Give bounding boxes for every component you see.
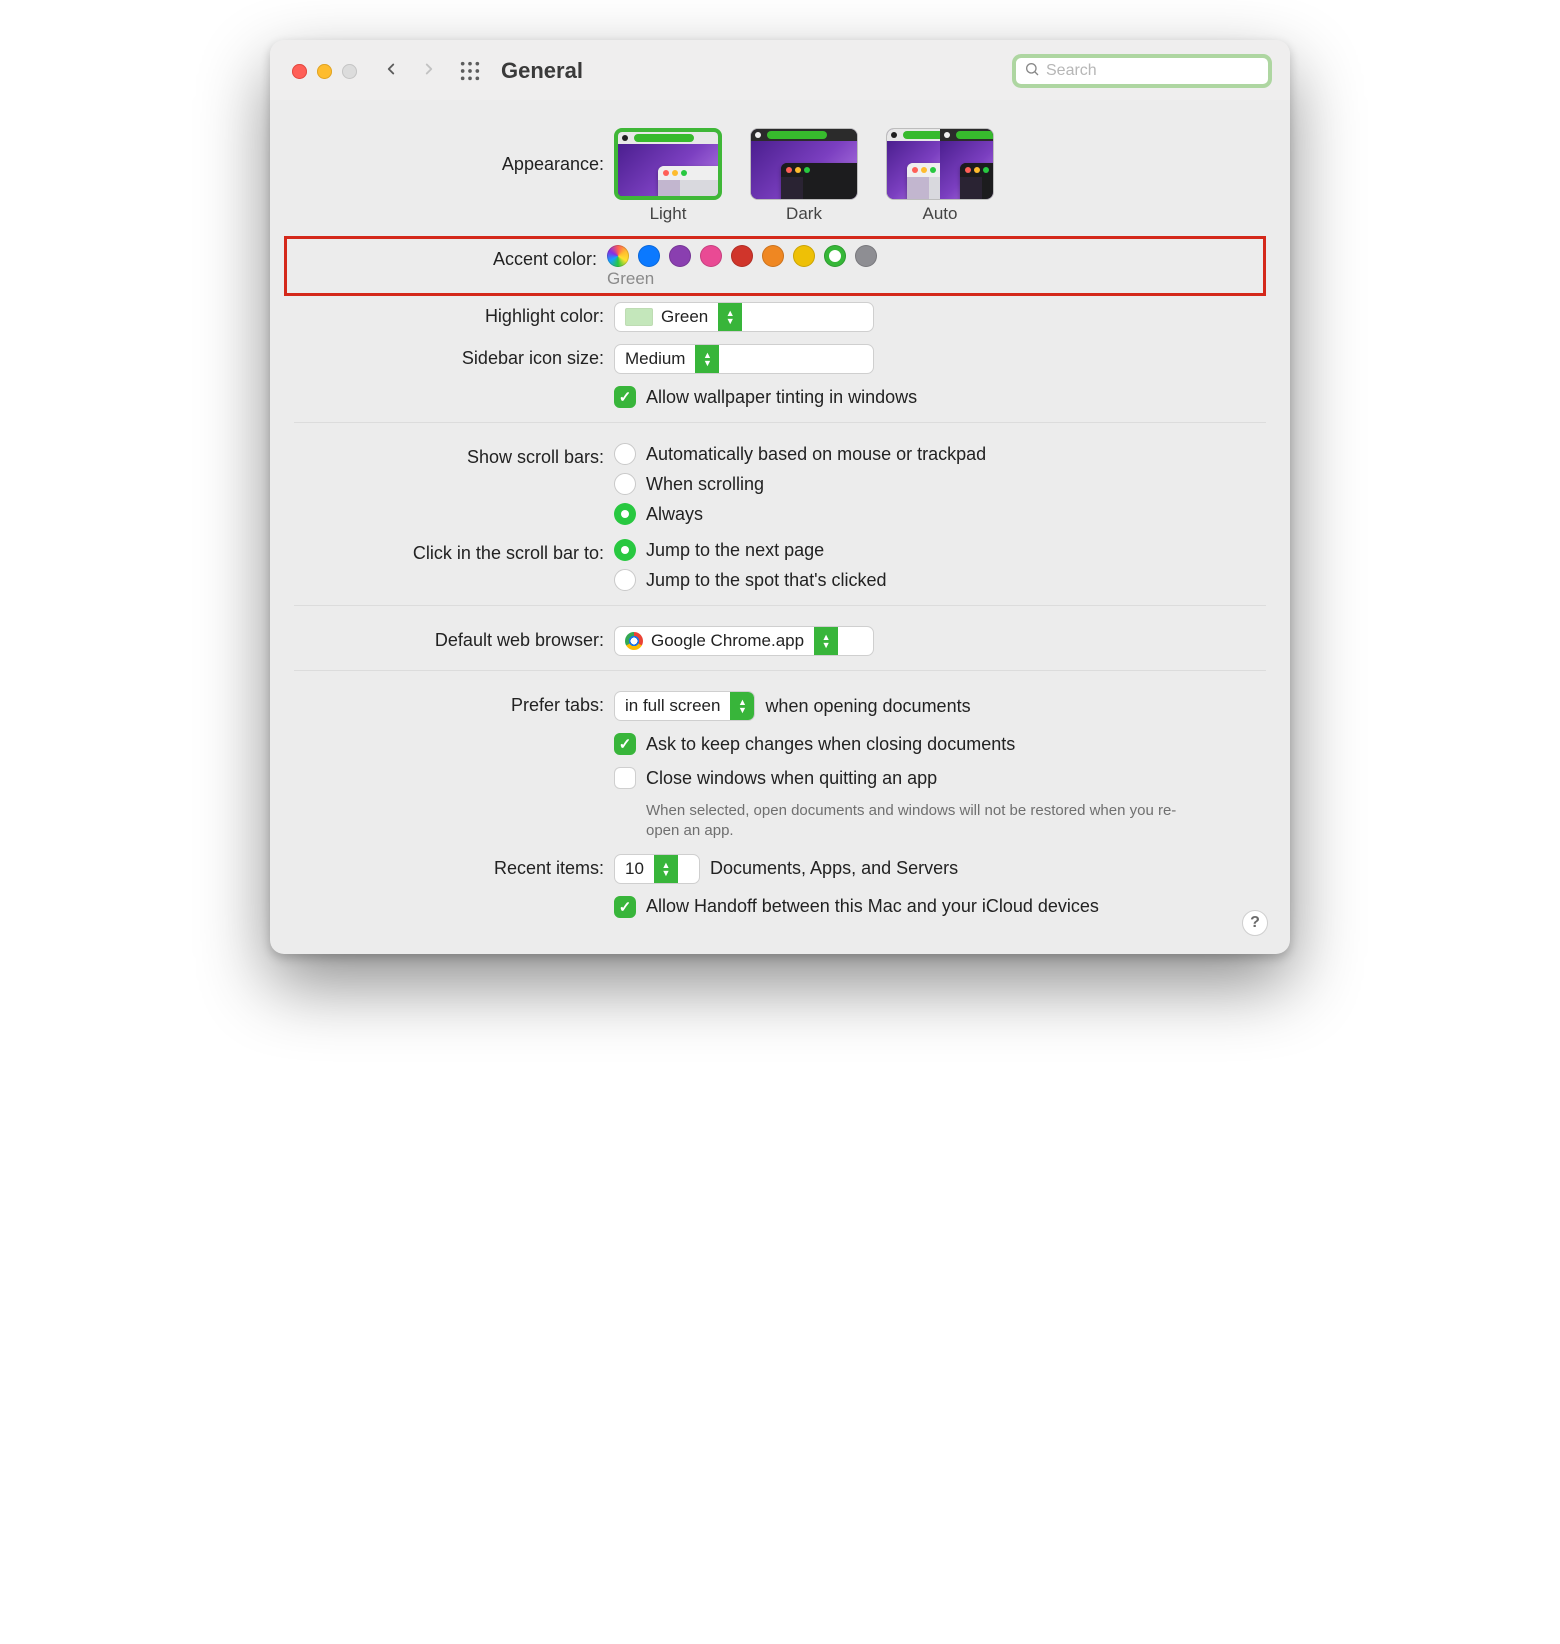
accent-graphite[interactable] [855,245,877,267]
prefer-tabs-value: in full screen [625,696,720,716]
stepper-icon: ▲▼ [718,303,742,331]
accent-color-highlight: Accent color: Green [284,236,1266,296]
highlight-label: Highlight color: [294,302,614,330]
show-all-icon[interactable] [459,60,481,82]
recent-items-select[interactable]: 10 ▲▼ [614,854,700,884]
appearance-option-label: Light [614,204,722,224]
page-title: General [501,58,583,84]
close-windows-hint: When selected, open documents and window… [646,801,1186,842]
help-button[interactable]: ? [1242,910,1268,936]
scrollbars-option-always[interactable]: Always [614,503,1266,525]
toolbar: General [270,40,1290,100]
checkbox-icon: ✓ [614,733,636,755]
accent-multicolor[interactable] [607,245,629,267]
stepper-icon: ▲▼ [654,855,678,883]
search-field[interactable] [1012,54,1272,88]
recent-items-suffix: Documents, Apps, and Servers [710,858,958,879]
appearance-option-label: Dark [750,204,858,224]
minimize-window-button[interactable] [317,64,332,79]
prefer-tabs-label: Prefer tabs: [294,691,614,719]
accent-pink[interactable] [700,245,722,267]
recent-label: Recent items: [294,854,614,882]
stepper-icon: ▲▼ [814,627,838,655]
appearance-option-label: Auto [886,204,994,224]
appearance-option-auto[interactable]: Auto [886,128,994,224]
stepper-icon: ▲▼ [695,345,719,373]
chrome-icon [625,632,643,650]
click-scroll-jump-to-spot[interactable]: Jump to the spot that's clicked [614,569,1266,591]
browser-value: Google Chrome.app [651,631,804,651]
back-button[interactable] [377,58,405,84]
highlight-select[interactable]: Green ▲▼ [614,302,874,332]
highlight-value: Green [661,307,708,327]
accent-orange[interactable] [762,245,784,267]
click-scroll-next-page[interactable]: Jump to the next page [614,539,1266,561]
accent-swatches [607,245,877,267]
prefer-tabs-select[interactable]: in full screen ▲▼ [614,691,755,721]
ask-keep-changes-checkbox[interactable]: ✓ Ask to keep changes when closing docum… [614,733,1266,755]
prefer-tabs-suffix: when opening documents [765,696,970,717]
sidebar-size-select[interactable]: Medium ▲▼ [614,344,874,374]
wallpaper-tint-checkbox[interactable]: ✓ Allow wallpaper tinting in windows [614,386,1266,408]
wallpaper-tint-label: Allow wallpaper tinting in windows [646,387,917,408]
search-icon [1024,61,1040,82]
accent-selected-label: Green [607,269,877,289]
checkbox-icon [614,767,636,789]
accent-blue[interactable] [638,245,660,267]
search-input[interactable] [1046,62,1260,80]
stepper-icon: ▲▼ [730,692,754,720]
appearance-option-light[interactable]: Light [614,128,722,224]
scrollbars-option-when-scrolling[interactable]: When scrolling [614,473,1266,495]
recent-items-value: 10 [625,859,644,879]
accent-red[interactable] [731,245,753,267]
preferences-window: General Appearance: Light Dar [270,40,1290,954]
sidebar-size-value: Medium [625,349,685,369]
zoom-window-button [342,64,357,79]
sidebar-label: Sidebar icon size: [294,344,614,372]
handoff-checkbox[interactable]: ✓ Allow Handoff between this Mac and you… [614,896,1266,918]
forward-button [415,58,443,84]
scrollbars-option-auto[interactable]: Automatically based on mouse or trackpad [614,443,1266,465]
default-browser-select[interactable]: Google Chrome.app ▲▼ [614,626,874,656]
preferences-body: Appearance: Light Dark [270,100,1290,954]
appearance-option-dark[interactable]: Dark [750,128,858,224]
scrollbars-label: Show scroll bars: [294,443,614,471]
click-scroll-label: Click in the scroll bar to: [294,539,614,567]
accent-yellow[interactable] [793,245,815,267]
browser-label: Default web browser: [294,626,614,654]
window-controls [292,64,357,79]
accent-label: Accent color: [297,245,607,273]
checkbox-icon: ✓ [614,896,636,918]
close-windows-checkbox[interactable]: Close windows when quitting an app [614,767,1266,789]
appearance-label: Appearance: [294,128,614,200]
accent-purple[interactable] [669,245,691,267]
accent-green[interactable] [824,245,846,267]
close-window-button[interactable] [292,64,307,79]
checkbox-icon: ✓ [614,386,636,408]
highlight-swatch-icon [625,308,653,326]
